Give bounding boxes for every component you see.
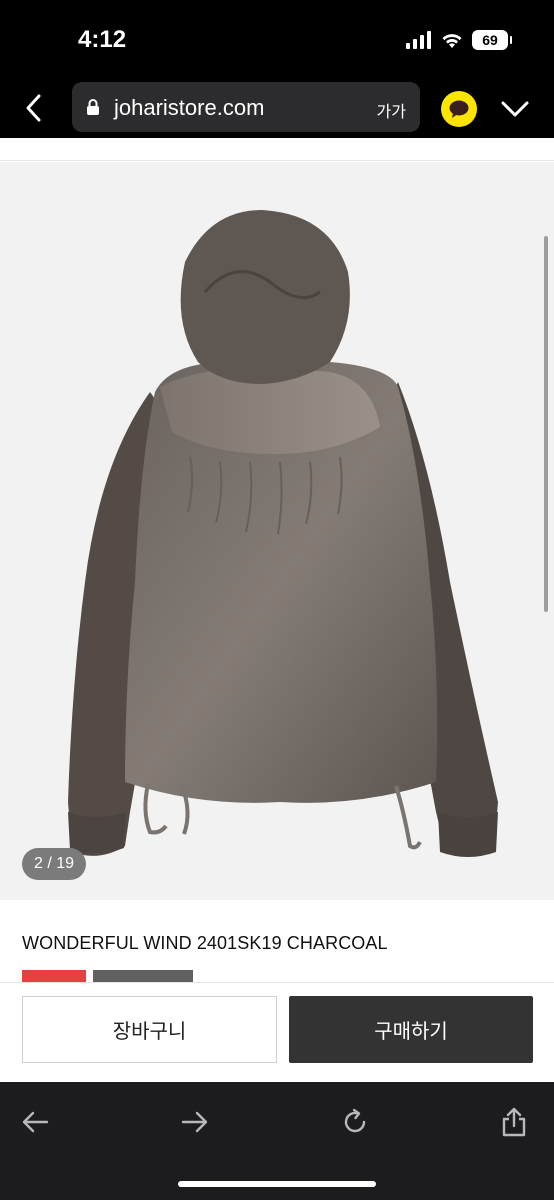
product-title: WONDERFUL WIND 2401SK19 CHARCOAL <box>22 933 388 953</box>
nav-forward-button[interactable] <box>175 1102 215 1142</box>
url-bar[interactable]: joharistore.com 가가 <box>72 82 420 132</box>
kakao-talk-button[interactable] <box>441 91 477 127</box>
nav-back-button[interactable] <box>15 1102 55 1142</box>
sale-badge <box>22 970 86 982</box>
url-text: joharistore.com <box>114 95 265 120</box>
text-size-button[interactable]: 가가 <box>377 98 406 122</box>
status-icons: 69 <box>406 30 512 50</box>
status-badge <box>93 970 193 982</box>
signal-icon <box>406 31 431 49</box>
browser-address-row: joharistore.com 가가 <box>0 78 554 138</box>
arrow-left-icon <box>22 1111 49 1133</box>
reload-icon <box>344 1108 366 1133</box>
purchase-bar: 장바구니 구매하기 <box>0 982 554 1082</box>
browser-menu-button[interactable] <box>498 92 532 126</box>
web-page: 2 / 19 WONDERFUL WIND 2401SK19 CHARCOAL <box>0 138 554 1082</box>
image-counter: 2 / 19 <box>22 848 86 880</box>
reload-button[interactable] <box>335 1102 375 1142</box>
home-indicator <box>178 1181 376 1187</box>
status-bar: 4:12 69 <box>0 0 554 78</box>
kakao-talk-icon <box>449 100 469 118</box>
chevron-down-icon <box>501 101 529 117</box>
add-to-cart-button[interactable]: 장바구니 <box>22 996 277 1063</box>
product-image-gallery[interactable]: 2 / 19 <box>0 162 554 900</box>
scrollbar[interactable] <box>544 236 548 612</box>
lock-icon <box>87 99 99 115</box>
wifi-icon <box>442 34 462 48</box>
share-button[interactable] <box>494 1102 534 1142</box>
divider <box>0 160 554 161</box>
arrow-right-icon <box>181 1111 208 1133</box>
browser-back-button[interactable] <box>18 86 48 130</box>
battery-indicator: 69 <box>472 30 512 50</box>
status-time: 4:12 <box>78 26 127 53</box>
product-image <box>68 210 498 857</box>
share-icon <box>502 1107 526 1137</box>
buy-now-button[interactable]: 구매하기 <box>289 996 533 1063</box>
chevron-left-icon <box>26 94 41 122</box>
